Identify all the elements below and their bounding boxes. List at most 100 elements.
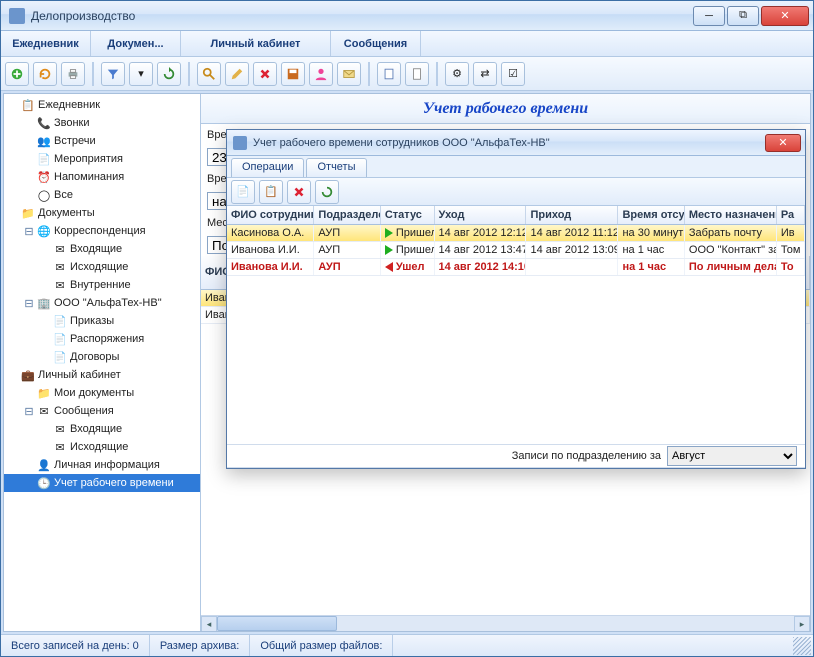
docs-icon: 📁 [20, 205, 36, 221]
tab-reports[interactable]: Отчеты [306, 158, 366, 177]
tool2-icon[interactable]: ⇄ [473, 62, 497, 86]
titlebar: Делопроизводство ─ ⧉ ✕ [1, 1, 813, 31]
pinfo-icon: 👤 [36, 457, 52, 473]
envelope-icon[interactable] [337, 62, 361, 86]
nav-tree[interactable]: 📋Ежедневник 📞Звонки 👥Встречи 📄Мероприяти… [4, 94, 201, 631]
mydocs-icon: 📁 [36, 385, 52, 401]
menu-calendar[interactable]: Ежедневник [1, 31, 91, 56]
dialog-close-button[interactable]: ✕ [765, 134, 801, 152]
app-icon [9, 8, 25, 24]
dialog-grid[interactable]: ФИО сотрудникаПодразделениеСтатусУходПри… [227, 206, 805, 444]
tree-inbox[interactable]: ✉Входящие [4, 240, 200, 258]
tree-documents[interactable]: 📁Документы [4, 204, 200, 222]
people-icon: 👥 [36, 133, 52, 149]
dlg-col-header[interactable]: ФИО сотрудника [227, 206, 314, 224]
tree-all[interactable]: ◯Все [4, 186, 200, 204]
page-title: Учет рабочего времени [423, 100, 588, 118]
period-select[interactable]: Август [667, 446, 797, 466]
all-icon: ◯ [36, 187, 52, 203]
dlg-col-header[interactable]: Ра [777, 206, 805, 224]
order-icon: 📄 [52, 313, 68, 329]
dlg-delete-icon[interactable] [287, 180, 311, 204]
sort-icon[interactable]: ▾ [129, 62, 153, 86]
table-row[interactable]: Касинова О.А.АУППришел14 авг 2012 12:121… [227, 225, 805, 242]
tree-cabinet[interactable]: 💼Личный кабинет [4, 366, 200, 384]
menu-messages[interactable]: Сообщения [331, 31, 421, 56]
tool1-icon[interactable]: ⚙ [445, 62, 469, 86]
org-icon: 🏢 [36, 295, 52, 311]
search-icon[interactable] [197, 62, 221, 86]
phone-icon: 📞 [36, 115, 52, 131]
tree-calls[interactable]: 📞Звонки [4, 114, 200, 132]
filter-icon[interactable] [101, 62, 125, 86]
tree-mydocs[interactable]: 📁Мои документы [4, 384, 200, 402]
arrow-left-icon [385, 262, 393, 272]
dlg-btn1-icon[interactable]: 📄 [231, 180, 255, 204]
minimize-button[interactable]: ─ [693, 6, 725, 26]
dialog-tabs: Операции Отчеты [227, 156, 805, 178]
tree-org[interactable]: ⊟🏢ООО "АльфаТех-НВ" [4, 294, 200, 312]
tree-correspondence[interactable]: ⊟🌐Корреспонденция [4, 222, 200, 240]
tree-internal[interactable]: ✉Внутренние [4, 276, 200, 294]
tree-reminders[interactable]: ⏰Напоминания [4, 168, 200, 186]
rasp-icon: 📄 [52, 331, 68, 347]
window-title: Делопроизводство [31, 9, 693, 23]
scroll-thumb[interactable] [217, 616, 337, 631]
app-window: Делопроизводство ─ ⧉ ✕ Ежедневник Докуме… [0, 0, 814, 657]
filter-label: Записи по подразделению за [512, 450, 661, 462]
tree-rasp[interactable]: 📄Распоряжения [4, 330, 200, 348]
msgin-icon: ✉ [52, 421, 68, 437]
refresh-icon[interactable] [33, 62, 57, 86]
resize-grip[interactable] [793, 637, 811, 655]
save-icon[interactable] [281, 62, 305, 86]
tree-events[interactable]: 📄Мероприятия [4, 150, 200, 168]
maximize-button[interactable]: ⧉ [727, 6, 759, 26]
doc-icon[interactable] [405, 62, 429, 86]
timesheet-dialog: Учет рабочего времени сотрудников ООО "А… [226, 129, 806, 469]
globe-icon: 🌐 [36, 223, 52, 239]
tree-timesheet[interactable]: 🕒Учет рабочего времени [4, 474, 200, 492]
edit-icon[interactable] [225, 62, 249, 86]
add-icon[interactable] [5, 62, 29, 86]
dlg-btn2-icon[interactable]: 📋 [259, 180, 283, 204]
event-icon: 📄 [36, 151, 52, 167]
tree-calendar[interactable]: 📋Ежедневник [4, 96, 200, 114]
tree-orders[interactable]: 📄Приказы [4, 312, 200, 330]
inbox-icon: ✉ [52, 241, 68, 257]
msg-icon: ✉ [36, 403, 52, 419]
print-icon[interactable] [61, 62, 85, 86]
tree-outbox[interactable]: ✉Исходящие [4, 258, 200, 276]
table-row[interactable]: Иванова И.И.АУПУшел14 авг 2012 14:10на 1… [227, 259, 805, 276]
scroll-left-button[interactable]: ◂ [201, 616, 217, 631]
msgout-icon: ✉ [52, 439, 68, 455]
tool3-icon[interactable]: ☑ [501, 62, 525, 86]
tree-pinfo[interactable]: 👤Личная информация [4, 456, 200, 474]
menu-documents[interactable]: Докумен... [91, 31, 181, 56]
book-icon[interactable] [377, 62, 401, 86]
table-row[interactable]: Иванова И.И.АУППришел14 авг 2012 13:4714… [227, 242, 805, 259]
delete-icon[interactable] [253, 62, 277, 86]
dlg-col-header[interactable]: Подразделение [314, 206, 380, 224]
tab-operations[interactable]: Операции [231, 158, 304, 177]
menu-cabinet[interactable]: Личный кабинет [181, 31, 331, 56]
tree-meetings[interactable]: 👥Встречи [4, 132, 200, 150]
user-icon[interactable] [309, 62, 333, 86]
scroll-right-button[interactable]: ▸ [794, 616, 810, 631]
arrow-right-icon [385, 245, 393, 255]
dlg-refresh-icon[interactable] [315, 180, 339, 204]
close-button[interactable]: ✕ [761, 6, 809, 26]
dlg-col-header[interactable]: Время отсутствия [618, 206, 684, 224]
dlg-col-header[interactable]: Статус [381, 206, 435, 224]
tree-contracts[interactable]: 📄Договоры [4, 348, 200, 366]
outbox-icon: ✉ [52, 259, 68, 275]
calendar-icon: 📋 [20, 97, 36, 113]
dlg-col-header[interactable]: Уход [435, 206, 527, 224]
tree-messages[interactable]: ⊟✉Сообщения [4, 402, 200, 420]
dlg-col-header[interactable]: Место назначения [685, 206, 777, 224]
horizontal-scrollbar[interactable]: ◂ ▸ [201, 615, 810, 631]
tree-msg-outbox[interactable]: ✉Исходящие [4, 438, 200, 456]
tree-msg-inbox[interactable]: ✉Входящие [4, 420, 200, 438]
reload-icon[interactable] [157, 62, 181, 86]
dlg-col-header[interactable]: Приход [526, 206, 618, 224]
dialog-icon [233, 136, 247, 150]
